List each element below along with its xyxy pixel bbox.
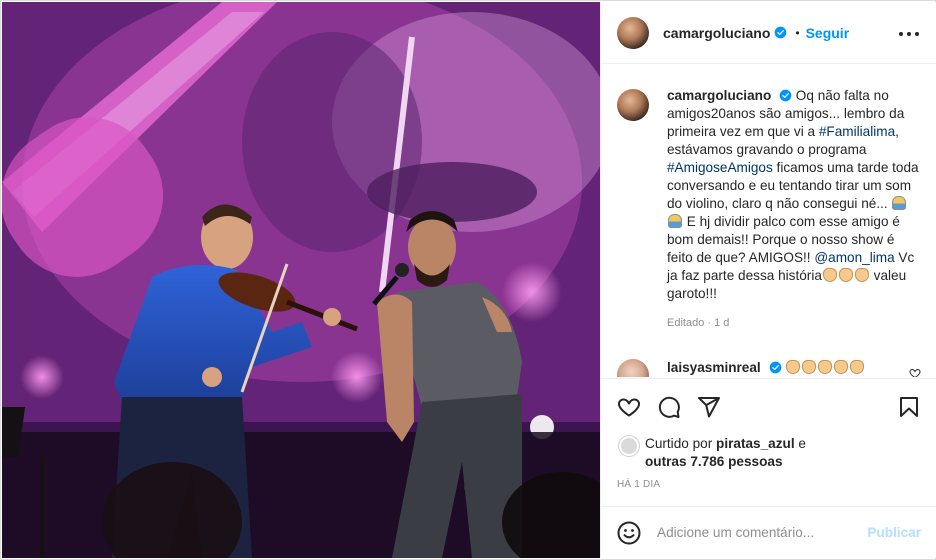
liked-by-user[interactable]: piratas_azul	[716, 436, 795, 451]
comments-section[interactable]: camargoluciano Oq não falta no amigos20a…	[601, 65, 936, 377]
comment-icon[interactable]	[657, 395, 681, 419]
clap-emoji-icon	[818, 360, 833, 374]
author-username[interactable]: camargoluciano	[663, 25, 770, 41]
liked-by-and: e	[798, 436, 806, 451]
caption-username[interactable]: camargoluciano	[667, 88, 771, 103]
publish-button[interactable]: Publicar	[867, 525, 921, 540]
verified-badge-icon	[769, 361, 781, 374]
comment-item: laisyasminreal	[617, 359, 923, 377]
emoji-icon[interactable]	[617, 521, 641, 545]
author-avatar[interactable]	[617, 16, 649, 49]
clap-emoji-icon	[834, 360, 849, 374]
post-photo[interactable]	[2, 2, 600, 558]
clap-emoji-icon	[850, 360, 865, 374]
follow-button[interactable]: Seguir	[806, 25, 850, 41]
comment-text: laisyasminreal	[667, 360, 865, 375]
verified-badge-icon	[779, 89, 792, 102]
concert-photo-illustration	[2, 2, 600, 558]
add-comment-bar: Adicione um comentário... Publicar	[601, 506, 936, 558]
action-bar	[601, 378, 936, 430]
post-side-panel: camargoluciano • Seguir camargoluciano O…	[600, 2, 936, 558]
clap-emoji-icon	[802, 360, 817, 374]
caption-text: camargoluciano Oq não falta no amigos20a…	[667, 87, 923, 303]
commenter-username[interactable]: laisyasminreal	[667, 360, 761, 375]
bookmark-icon[interactable]	[897, 395, 921, 419]
caption-author-avatar[interactable]	[617, 89, 649, 121]
hashtag-link[interactable]: #Familialima	[819, 124, 895, 139]
liked-by-line: Curtido por piratas_azul e	[645, 436, 806, 451]
post-timestamp[interactable]: HÁ 1 DIA	[617, 479, 660, 490]
caption-meta: Editado · 1 d	[667, 317, 730, 329]
heart-icon[interactable]	[617, 395, 641, 419]
clap-emoji-icon	[838, 268, 853, 282]
post-header: camargoluciano • Seguir	[601, 2, 936, 64]
more-options-icon[interactable]	[899, 24, 919, 44]
post-modal: camargoluciano • Seguir camargoluciano O…	[0, 0, 936, 560]
share-icon[interactable]	[697, 395, 721, 419]
others-count[interactable]: outras 7.786 pessoas	[645, 454, 783, 469]
liked-by-prefix: Curtido por	[645, 436, 713, 451]
clap-emoji-icon	[786, 360, 801, 374]
caption: camargoluciano Oq não falta no amigos20a…	[617, 87, 923, 329]
person-emoji-icon	[892, 196, 907, 210]
hashtag-link[interactable]: #AmigoseAmigos	[667, 160, 773, 175]
person-emoji-icon	[668, 214, 682, 228]
verified-badge-icon	[775, 26, 787, 39]
mention-link[interactable]: @amon_lima	[814, 250, 894, 265]
likes-summary: Curtido por piratas_azul e outras 7.786 …	[617, 434, 923, 474]
header-separator: •	[795, 25, 800, 40]
clap-emoji-icon	[822, 268, 837, 282]
comment-input[interactable]: Adicione um comentário...	[657, 525, 814, 540]
comment-like-heart-icon[interactable]	[909, 367, 921, 377]
clap-emoji-icon	[854, 268, 869, 282]
liker-avatar[interactable]	[619, 436, 639, 456]
commenter-avatar[interactable]	[617, 359, 649, 377]
